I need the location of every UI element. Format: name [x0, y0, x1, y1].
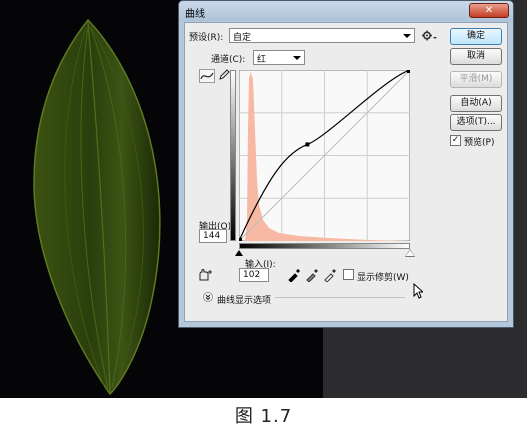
output-field[interactable]: 144	[199, 229, 227, 243]
black-point-slider[interactable]	[235, 250, 243, 256]
curve-point-black[interactable]	[239, 238, 242, 241]
preset-value: 自定	[233, 33, 252, 43]
eyedropper-gray-icon[interactable]	[305, 268, 319, 282]
curve-point-tool[interactable]	[199, 69, 215, 83]
white-point-slider[interactable]	[406, 250, 414, 256]
dialog-body: 预设(R): 自定 确定 取消 平滑(M) 自动(A) 选项(T)... ✓ 预…	[184, 22, 508, 322]
eyedropper-black-icon[interactable]	[287, 268, 301, 282]
show-clipping-label: 显示修剪(W)	[357, 273, 409, 283]
separator	[275, 297, 405, 298]
curve-control-point[interactable]	[305, 142, 310, 147]
pencil-icon[interactable]	[218, 69, 230, 81]
preview-label: 预览(P)	[464, 138, 495, 148]
ok-button[interactable]: 确定	[450, 28, 502, 45]
preset-label: 预设(R):	[189, 33, 224, 43]
curves-dialog: 曲线 ✕ 预设(R): 自定 确定 取消 平滑(M) 自动(A) 选项(T)..…	[178, 0, 514, 328]
eyedropper-white-icon[interactable]	[323, 268, 337, 282]
show-clipping-checkbox[interactable]	[343, 269, 354, 280]
output-gradient-bar	[230, 70, 236, 241]
curve-point-white[interactable]	[407, 70, 410, 73]
figure-caption: 图 1.7	[234, 406, 293, 427]
auto-button[interactable]: 自动(A)	[450, 95, 502, 112]
input-field[interactable]: 102	[239, 268, 269, 282]
preview-checkbox[interactable]: ✓	[450, 135, 461, 146]
chevron-down-icon[interactable]	[203, 292, 213, 302]
curve-display-options-label[interactable]: 曲线显示选项	[217, 293, 271, 306]
cancel-button[interactable]: 取消	[450, 48, 502, 65]
options-button[interactable]: 选项(T)...	[450, 114, 502, 131]
curve-graph[interactable]	[239, 70, 410, 241]
close-button[interactable]: ✕	[469, 3, 509, 18]
chevron-down-icon	[293, 56, 301, 60]
chevron-down-icon	[403, 34, 411, 38]
preset-select[interactable]: 自定	[229, 28, 415, 43]
gear-icon[interactable]	[421, 29, 437, 42]
dialog-title: 曲线	[185, 9, 205, 20]
hand-adjust-icon[interactable]	[197, 268, 213, 282]
channel-select[interactable]: 红	[253, 50, 305, 65]
leaf-image	[33, 18, 161, 396]
smooth-button[interactable]: 平滑(M)	[450, 71, 502, 88]
channel-label: 通道(C):	[211, 55, 246, 65]
input-gradient-bar	[239, 243, 410, 249]
curve-point-icon	[200, 72, 214, 80]
dialog-titlebar[interactable]: 曲线 ✕	[179, 1, 513, 21]
mouse-cursor-icon	[413, 283, 423, 299]
channel-value: 红	[257, 55, 267, 65]
